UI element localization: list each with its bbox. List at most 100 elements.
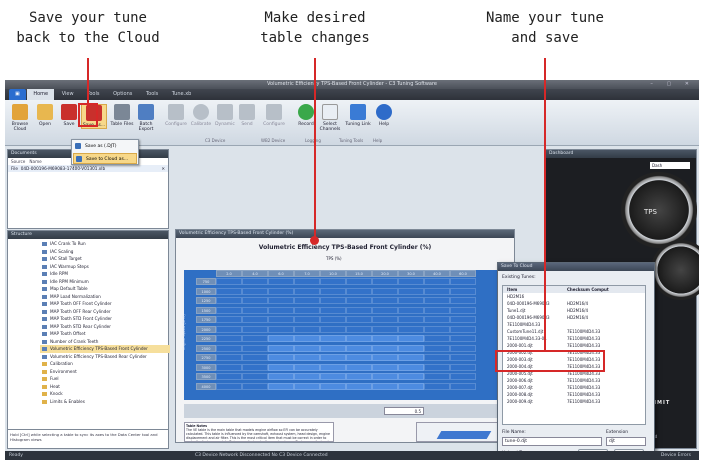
table-cell[interactable] — [294, 306, 320, 314]
table-cell[interactable] — [346, 373, 372, 380]
table-cell[interactable] — [346, 363, 372, 371]
table-cell[interactable] — [450, 335, 476, 342]
table-files-button[interactable]: Table Files — [109, 104, 135, 127]
table-cell[interactable] — [450, 344, 476, 352]
dash-select[interactable]: Dash — [650, 162, 690, 169]
close-icon[interactable]: ✕ — [161, 166, 165, 171]
table-cell[interactable] — [398, 316, 424, 323]
table-cell[interactable] — [216, 335, 242, 342]
table-cell[interactable] — [398, 287, 424, 295]
table-cell[interactable] — [372, 344, 398, 352]
configure-button[interactable]: Configure — [163, 104, 189, 127]
table-cell[interactable] — [268, 306, 294, 314]
table-cell[interactable] — [242, 344, 268, 352]
device-errors[interactable]: Device Errors — [661, 451, 691, 460]
file-menu-button[interactable]: ▣ — [9, 89, 26, 100]
table-cell[interactable] — [424, 306, 450, 314]
tree-item[interactable]: IAC Crank To Run — [40, 240, 170, 248]
tree-item[interactable]: MAP Tooth STD Rear Cylinder — [40, 323, 170, 331]
table-cell[interactable] — [450, 363, 476, 371]
table-cell[interactable] — [346, 287, 372, 295]
tab-options[interactable]: Options — [107, 89, 138, 100]
table-cell[interactable] — [346, 278, 372, 285]
ve-table-grid[interactable]: 2.0 4.0 6.0 7.0 10.0 15.0 20.0 30.0 40.0 60.0 750 1… — [182, 270, 514, 400]
table-cell[interactable] — [398, 306, 424, 314]
table-cell[interactable] — [424, 382, 450, 390]
table-cell[interactable] — [450, 297, 476, 304]
table-cell[interactable] — [372, 306, 398, 314]
tree-item[interactable]: Volumetric Efficiency TPS-Based Front Cy… — [40, 345, 170, 353]
list-item[interactable]: 04D-000196-M69083 HD2M16/4 — [503, 300, 645, 307]
table-cell[interactable] — [424, 325, 450, 333]
table-cell[interactable] — [320, 382, 346, 390]
table-cell[interactable] — [216, 316, 242, 323]
table-cell[interactable] — [294, 297, 320, 304]
table-cell[interactable] — [242, 363, 268, 371]
tree-item[interactable]: Map Default Table — [40, 285, 170, 293]
browse-cloud-button[interactable]: Browse Cloud — [7, 104, 33, 132]
list-item[interactable]: 04D-000196-M69083 HD2M16/4 — [503, 314, 645, 321]
open-button[interactable]: Open — [32, 104, 58, 127]
table-cell[interactable] — [216, 278, 242, 285]
table-cell[interactable] — [216, 373, 242, 380]
tab-tools[interactable]: Tools — [81, 89, 105, 100]
window-controls[interactable]: – ▢ ✕ — [650, 80, 695, 89]
table-cell[interactable] — [216, 363, 242, 371]
table-cell[interactable] — [372, 363, 398, 371]
send-button[interactable]: Send — [234, 104, 260, 127]
table-cell[interactable] — [268, 278, 294, 285]
document-row[interactable]: File 04D-000196-M69083-17400-V01301.xlb … — [8, 165, 168, 172]
list-item[interactable]: 2000-001.djt 7E1100M4D4.33 — [503, 342, 645, 349]
table-cell[interactable] — [372, 325, 398, 333]
table-cell[interactable] — [424, 278, 450, 285]
table-cell[interactable] — [268, 344, 294, 352]
batch-export-button[interactable]: Batch Export — [133, 104, 159, 132]
table-cell[interactable] — [424, 316, 450, 323]
table-cell[interactable] — [320, 354, 346, 361]
list-item[interactable]: 7E1100M4D4.33 — [503, 321, 645, 328]
table-cell[interactable] — [398, 344, 424, 352]
configure-wb2-button[interactable]: Configure — [261, 104, 287, 127]
table-cell[interactable] — [268, 363, 294, 371]
list-item[interactable]: CustomTune11.djt 7E1100M4D4.33 — [503, 328, 645, 335]
table-cell[interactable] — [398, 363, 424, 371]
table-cell[interactable] — [450, 373, 476, 380]
tree-item[interactable]: IAC Stall Target — [40, 255, 170, 263]
table-cell[interactable] — [268, 354, 294, 361]
table-cell[interactable] — [216, 297, 242, 304]
table-cell[interactable] — [346, 335, 372, 342]
tree-item[interactable]: MAP Tooth OFF Rear Cylinder — [40, 308, 170, 316]
list-item[interactable]: 7E1100M4D4.33-01 7E1100M4D4.33 — [503, 335, 645, 342]
table-cell[interactable] — [372, 287, 398, 295]
menu-save-to-cloud[interactable]: Save to Cloud as... — [73, 153, 137, 164]
list-item[interactable]: 2000-009.djt 7E1100M4D4.33 — [503, 398, 645, 405]
table-cell[interactable] — [346, 316, 372, 323]
list-item[interactable]: 2000-007.djt 7E1100M4D4.33 — [503, 384, 645, 391]
table-cell[interactable] — [320, 278, 346, 285]
tree-item[interactable]: MAP Tooth OFF Front Cylinder — [40, 300, 170, 308]
table-cell[interactable] — [398, 325, 424, 333]
tree-item[interactable]: Heat — [40, 383, 170, 391]
table-cell[interactable] — [294, 382, 320, 390]
table-cell[interactable] — [320, 306, 346, 314]
table-cell[interactable] — [242, 373, 268, 380]
table-cell[interactable] — [424, 287, 450, 295]
list-item[interactable]: Tune1.djt HD2M16/4 — [503, 307, 645, 314]
table-cell[interactable] — [450, 316, 476, 323]
table-cell[interactable] — [450, 354, 476, 361]
step-input[interactable]: 0.5 — [384, 407, 424, 415]
tree-item[interactable]: Idle RPM — [40, 270, 170, 278]
tree-item[interactable]: MAP Load Normalization — [40, 293, 170, 301]
table-cell[interactable] — [294, 363, 320, 371]
table-cell[interactable] — [320, 373, 346, 380]
table-cell[interactable] — [216, 325, 242, 333]
table-cell[interactable] — [294, 344, 320, 352]
table-cell[interactable] — [268, 382, 294, 390]
table-cell[interactable] — [450, 325, 476, 333]
table-cell[interactable] — [372, 354, 398, 361]
table-cell[interactable] — [242, 278, 268, 285]
table-cell[interactable] — [424, 344, 450, 352]
table-cell[interactable] — [320, 335, 346, 342]
table-cell[interactable] — [268, 287, 294, 295]
table-cell[interactable] — [346, 354, 372, 361]
